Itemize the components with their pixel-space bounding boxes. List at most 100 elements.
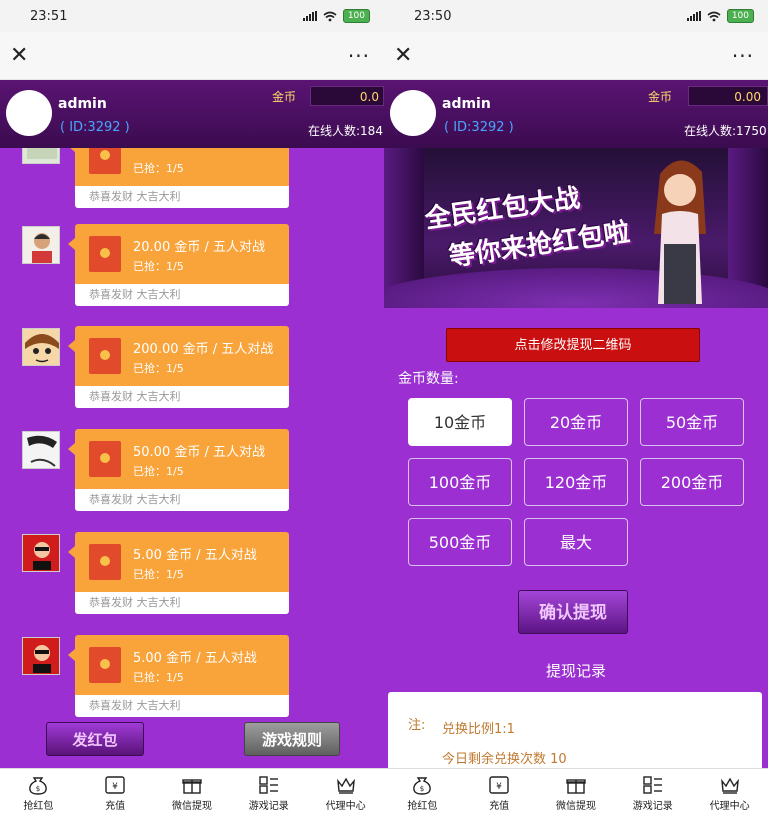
tab-wechat-withdraw[interactable]: 微信提现 (154, 769, 231, 817)
crown-icon (720, 777, 739, 794)
hostess-illustration (654, 160, 706, 304)
red-envelope-icon (89, 338, 121, 374)
tab-label: 游戏记录 (632, 801, 673, 812)
amount-option-100[interactable]: 100金币 (408, 458, 512, 506)
confirm-withdraw-button[interactable]: 确认提现 (518, 590, 628, 634)
tab-bar: $ 抢红包 ¥ 充值 微信提现 游戏记录 代理中心 (0, 768, 384, 817)
red-packet-title: 50.00 金币 / 五人对战 (133, 445, 265, 460)
red-packet-card[interactable]: 50.00 金币 / 五人对战 已抢：1/5 恭喜发财 大吉大利 (68, 429, 289, 513)
red-packet-blessing: 恭喜发财 大吉大利 (75, 386, 289, 408)
gift-icon (182, 779, 202, 794)
svg-text:$: $ (420, 785, 424, 793)
coins-label: 金币 (272, 90, 297, 104)
tab-label: 充值 (489, 801, 510, 812)
amount-option-10[interactable]: 10金币 (408, 398, 512, 446)
red-packet-grabbed: 已抢：1/5 (133, 362, 184, 375)
yuan-icon: ¥ (105, 776, 125, 794)
tab-recharge[interactable]: ¥ 充值 (77, 769, 154, 817)
amount-option-120[interactable]: 120金币 (524, 458, 628, 506)
red-packet-card[interactable]: 已抢：1/5 恭喜发财 大吉大利 (68, 148, 289, 210)
red-packet-title: 5.00 金币 / 五人对战 (133, 548, 257, 563)
amount-option-max[interactable]: 最大 (524, 518, 628, 566)
money-bag-icon: $ (413, 777, 432, 795)
quantity-label: 金币数量: (398, 371, 459, 387)
user-header: admin ( ID:3292 ) 金币 0.0 在线人数:184 (0, 80, 384, 148)
tab-label: 游戏记录 (248, 801, 289, 812)
red-envelope-icon (89, 647, 121, 683)
left-screen: 23:51 100 ✕ ··· 已抢：1/5 恭喜发财 大吉大利 20.00 金… (0, 0, 384, 817)
amount-option-200[interactable]: 200金币 (640, 458, 744, 506)
records-icon (643, 776, 662, 794)
close-icon[interactable]: ✕ (10, 44, 28, 67)
signal-icon (302, 11, 317, 21)
avatar (6, 90, 52, 136)
red-packet-card[interactable]: 5.00 金币 / 五人对战 已抢：1/5 恭喜发财 大吉大利 (68, 635, 289, 719)
yuan-icon: ¥ (489, 776, 509, 794)
status-time: 23:51 (30, 8, 68, 24)
nav-bar: ✕ ··· (0, 32, 384, 80)
red-packet-grabbed: 已抢：1/5 (133, 671, 184, 684)
red-packet-card[interactable]: 5.00 金币 / 五人对战 已抢：1/5 恭喜发财 大吉大利 (68, 532, 289, 616)
avatar (22, 226, 60, 264)
tab-game-records[interactable]: 游戏记录 (614, 769, 691, 817)
chat-area[interactable]: 已抢：1/5 恭喜发财 大吉大利 20.00 金币 / 五人对战 已抢：1/5 … (0, 148, 384, 768)
online-count: 在线人数:1750 (684, 124, 767, 138)
red-packet-grabbed: 已抢：1/5 (133, 260, 184, 273)
svg-text:¥: ¥ (496, 782, 502, 792)
red-packet-card[interactable]: 200.00 金币 / 五人对战 已抢：1/5 恭喜发财 大吉大利 (68, 326, 289, 410)
red-packet-blessing: 恭喜发财 大吉大利 (75, 284, 289, 306)
battery-indicator: 100 (726, 9, 754, 23)
status-bar: 23:51 100 (0, 0, 384, 32)
tab-game-records[interactable]: 游戏记录 (230, 769, 307, 817)
battery-indicator: 100 (342, 9, 370, 23)
money-bag-icon: $ (29, 777, 48, 795)
tab-label: 微信提现 (555, 801, 596, 812)
tab-label: 微信提现 (171, 801, 212, 812)
red-packet-card[interactable]: 20.00 金币 / 五人对战 已抢：1/5 恭喜发财 大吉大利 (68, 224, 289, 308)
nav-bar: ✕ ··· (384, 32, 768, 80)
red-packet-blessing: 恭喜发财 大吉大利 (75, 695, 289, 717)
tab-label: 代理中心 (325, 801, 366, 812)
tab-grab-red-packet[interactable]: $ 抢红包 (0, 769, 77, 817)
coins-value: 0.00 (688, 86, 768, 106)
tab-wechat-withdraw[interactable]: 微信提现 (538, 769, 615, 817)
crown-icon (336, 777, 355, 794)
tab-label: 代理中心 (709, 801, 750, 812)
username: admin (58, 96, 107, 112)
tab-grab-red-packet[interactable]: $ 抢红包 (384, 769, 461, 817)
game-rules-button[interactable]: 游戏规则 (244, 722, 340, 756)
coins-value: 0.0 (310, 86, 384, 106)
tab-agent-center[interactable]: 代理中心 (691, 769, 768, 817)
note-label: 注: (408, 718, 426, 733)
send-red-packet-button[interactable]: 发红包 (46, 722, 144, 756)
red-packet-title: 20.00 金币 / 五人对战 (133, 240, 265, 255)
red-packet-grabbed: 已抢：1/5 (133, 568, 184, 581)
more-icon[interactable]: ··· (348, 46, 370, 66)
edit-qr-code-button[interactable]: 点击修改提现二维码 (446, 328, 700, 362)
tab-agent-center[interactable]: 代理中心 (307, 769, 384, 817)
gift-icon (566, 779, 586, 794)
amount-option-50[interactable]: 50金币 (640, 398, 744, 446)
remaining-count-note: 今日剩余兑换次数 10 (442, 752, 567, 767)
red-packet-blessing: 恭喜发财 大吉大利 (75, 592, 289, 614)
user-header: admin ( ID:3292 ) 金币 0.00 在线人数:1750 (384, 80, 768, 148)
close-icon[interactable]: ✕ (394, 44, 412, 67)
tab-recharge[interactable]: ¥ 充值 (461, 769, 538, 817)
amount-option-20[interactable]: 20金币 (524, 398, 628, 446)
avatar (22, 328, 60, 366)
withdraw-form: 点击修改提现二维码 金币数量: 10金币 20金币 50金币 100金币 120… (384, 308, 768, 782)
tab-label: 充值 (105, 801, 126, 812)
withdraw-records-link[interactable]: 提现记录 (384, 660, 768, 681)
red-packet-blessing: 恭喜发财 大吉大利 (75, 489, 289, 511)
status-time: 23:50 (414, 8, 452, 24)
more-icon[interactable]: ··· (732, 46, 754, 66)
amount-option-500[interactable]: 500金币 (408, 518, 512, 566)
avatar (22, 431, 60, 469)
signal-icon (686, 11, 701, 21)
tab-label: 抢红包 (407, 801, 438, 812)
avatar (22, 534, 60, 572)
user-id: ( ID:3292 ) (444, 120, 514, 135)
wifi-icon (707, 11, 721, 21)
right-screen: 23:50 100 ✕ ··· admin ( ID:3292 ) 金币 0.0… (384, 0, 768, 817)
red-packet-grabbed: 已抢：1/5 (133, 465, 184, 478)
